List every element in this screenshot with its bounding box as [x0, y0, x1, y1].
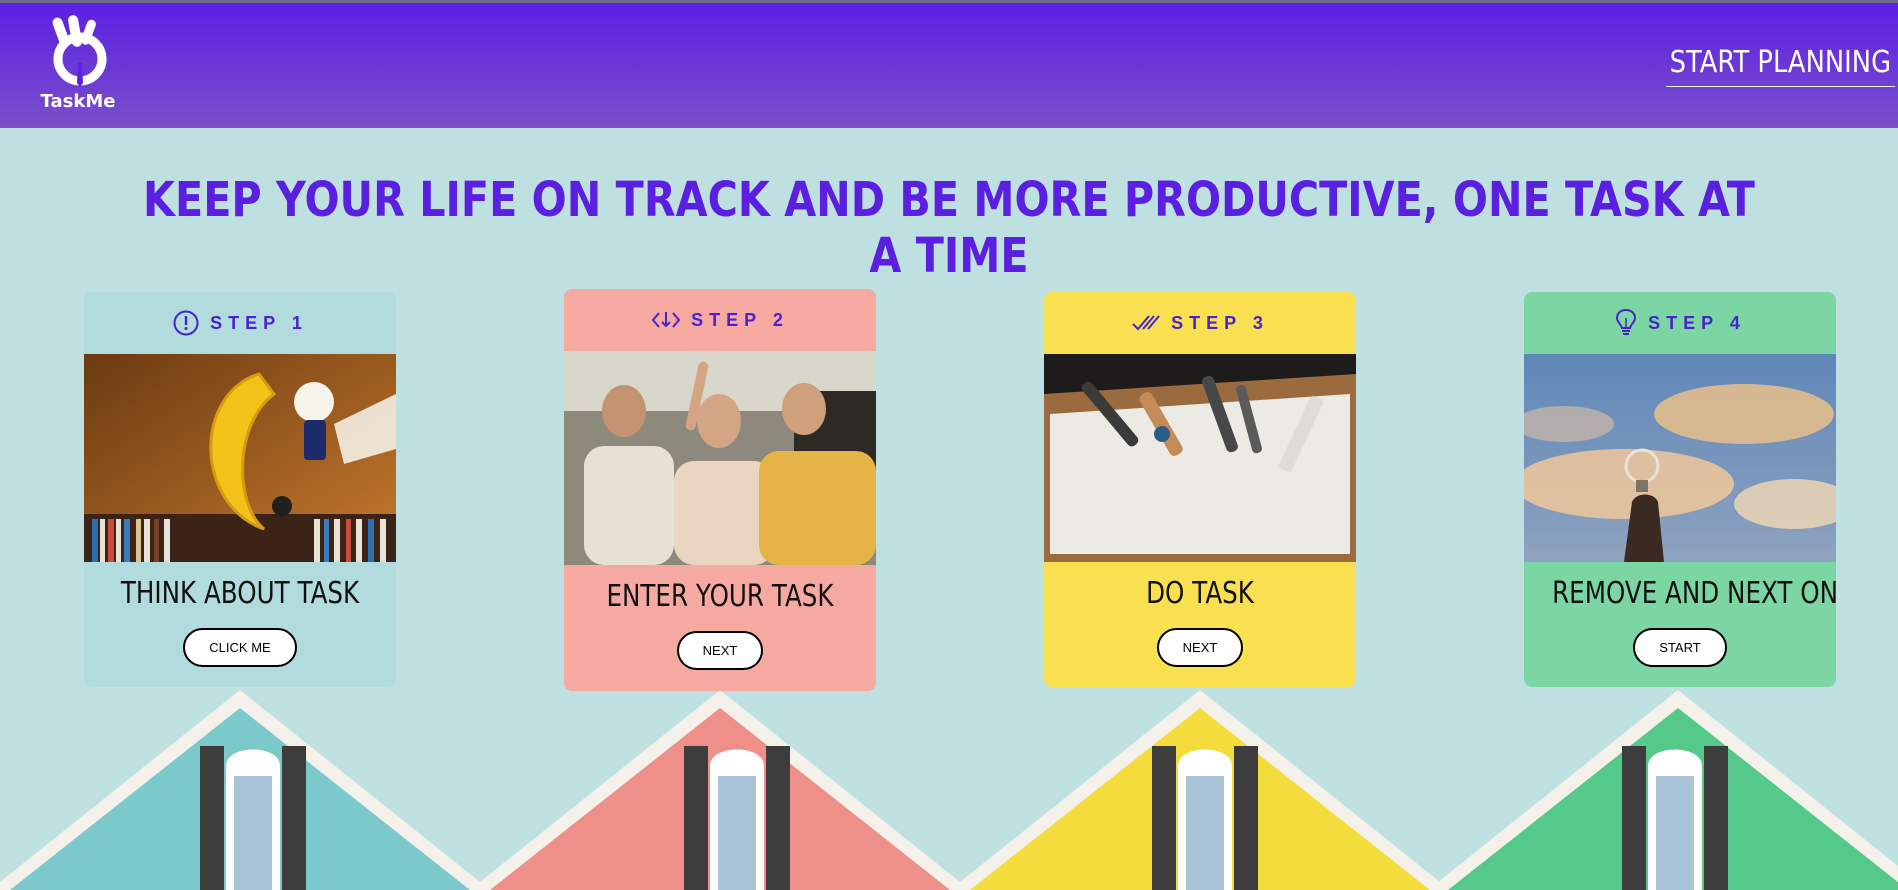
- step-label: STEP 1: [210, 312, 308, 333]
- site-header: TaskMe START PLANNING: [0, 3, 1898, 128]
- page-headline: KEEP YOUR LIFE ON TRACK AND BE MORE PROD…: [143, 172, 1755, 284]
- ok-hand-icon: [52, 15, 107, 87]
- step-header: STEP 2: [564, 289, 876, 351]
- step-card-3: STEP 3 DO TASK NEXT: [1044, 292, 1356, 687]
- double-check-icon: [1132, 315, 1160, 331]
- next-button[interactable]: NEXT: [1156, 628, 1244, 667]
- step-header: STEP 1: [84, 292, 396, 354]
- step-label: STEP 3: [1171, 312, 1269, 333]
- team-whiteboard-photo: [564, 351, 876, 565]
- house-green: [1428, 690, 1898, 890]
- logo-text: TaskMe: [40, 91, 116, 112]
- step-card-4: STEP 4 REMOVE AND NEXT ONE! START: [1524, 292, 1836, 687]
- houses-illustration: [0, 690, 1898, 890]
- exclamation-circle-icon: [173, 310, 199, 336]
- house-pink: [470, 690, 970, 890]
- logo[interactable]: TaskMe: [38, 13, 118, 123]
- step-label: STEP 2: [691, 309, 789, 330]
- step-title: THINK ABOUT TASK: [120, 576, 360, 611]
- code-arrows-icon: [651, 312, 681, 328]
- start-button[interactable]: START: [1633, 628, 1727, 667]
- lightbulb-icon: [1616, 308, 1637, 335]
- step-card-1: STEP 1 THINK ABOUT TASK CLICK ME: [84, 292, 396, 687]
- step-title: DO TASK: [1146, 576, 1254, 611]
- bulb-sky-photo: [1524, 354, 1836, 562]
- step-title: REMOVE AND NEXT ONE!: [1552, 576, 1836, 611]
- step-title: ENTER YOUR TASK: [606, 579, 834, 614]
- tools-photo: [1044, 354, 1356, 562]
- house-yellow: [950, 690, 1450, 890]
- step-label: STEP 4: [1648, 312, 1746, 333]
- step-header: STEP 4: [1524, 292, 1836, 354]
- step-card-2: STEP 2 ENTER YOUR TASK NEXT: [564, 289, 876, 691]
- house-teal: [0, 690, 490, 890]
- next-button[interactable]: NEXT: [676, 631, 764, 670]
- start-planning-link[interactable]: START PLANNING: [1666, 45, 1895, 87]
- click-me-button[interactable]: CLICK ME: [183, 628, 297, 667]
- step-header: STEP 3: [1044, 292, 1356, 354]
- moon-lamp-photo: [84, 354, 396, 562]
